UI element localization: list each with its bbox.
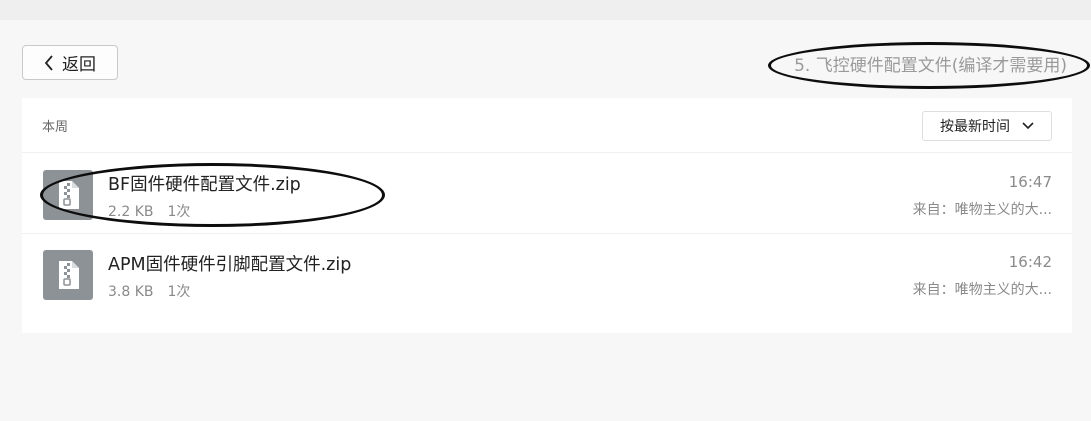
file-size: 2.2 KB (108, 204, 154, 220)
file-meta: 2.2 KB 1次 (108, 201, 190, 221)
zip-file-icon (43, 170, 93, 220)
back-button[interactable]: 返回 (22, 45, 118, 80)
chevron-left-icon (44, 54, 54, 71)
window-top-strip (0, 0, 1091, 20)
zip-file-icon (43, 250, 93, 300)
file-count: 1次 (167, 204, 191, 220)
file-meta: 3.8 KB 1次 (108, 281, 190, 301)
file-row[interactable]: BF固件硬件配置文件.zip 2.2 KB 1次 16:47 来自：唯物主义的大.… (22, 153, 1072, 233)
file-name: BF固件硬件配置文件.zip (108, 175, 301, 195)
file-browser-page: 返回 5. 飞控硬件配置文件(编译才需要用) 本周 按最新时间 BF固件硬件配置… (0, 20, 1091, 421)
file-list-panel: 本周 按最新时间 BF固件硬件配置文件.zip 2.2 KB 1次 16:47 … (22, 98, 1072, 333)
file-source: 来自：唯物主义的大... (912, 282, 1052, 298)
sort-dropdown-value: 按最新时间 (940, 119, 1010, 135)
file-row[interactable]: APM固件硬件引脚配置文件.zip 3.8 KB 1次 16:42 来自：唯物主义… (22, 233, 1072, 313)
group-label: 本周 (42, 120, 69, 135)
back-button-label: 返回 (62, 55, 96, 75)
chevron-down-icon (1022, 122, 1034, 130)
sort-dropdown[interactable]: 按最新时间 (922, 111, 1052, 141)
file-name: APM固件硬件引脚配置文件.zip (108, 255, 352, 275)
file-source: 来自：唯物主义的大... (912, 202, 1052, 218)
folder-title: 5. 飞控硬件配置文件(编译才需要用) (794, 56, 1067, 76)
file-time: 16:47 (1008, 173, 1052, 191)
file-count: 1次 (167, 284, 191, 300)
file-time: 16:42 (1008, 253, 1052, 271)
file-size: 3.8 KB (108, 284, 154, 300)
